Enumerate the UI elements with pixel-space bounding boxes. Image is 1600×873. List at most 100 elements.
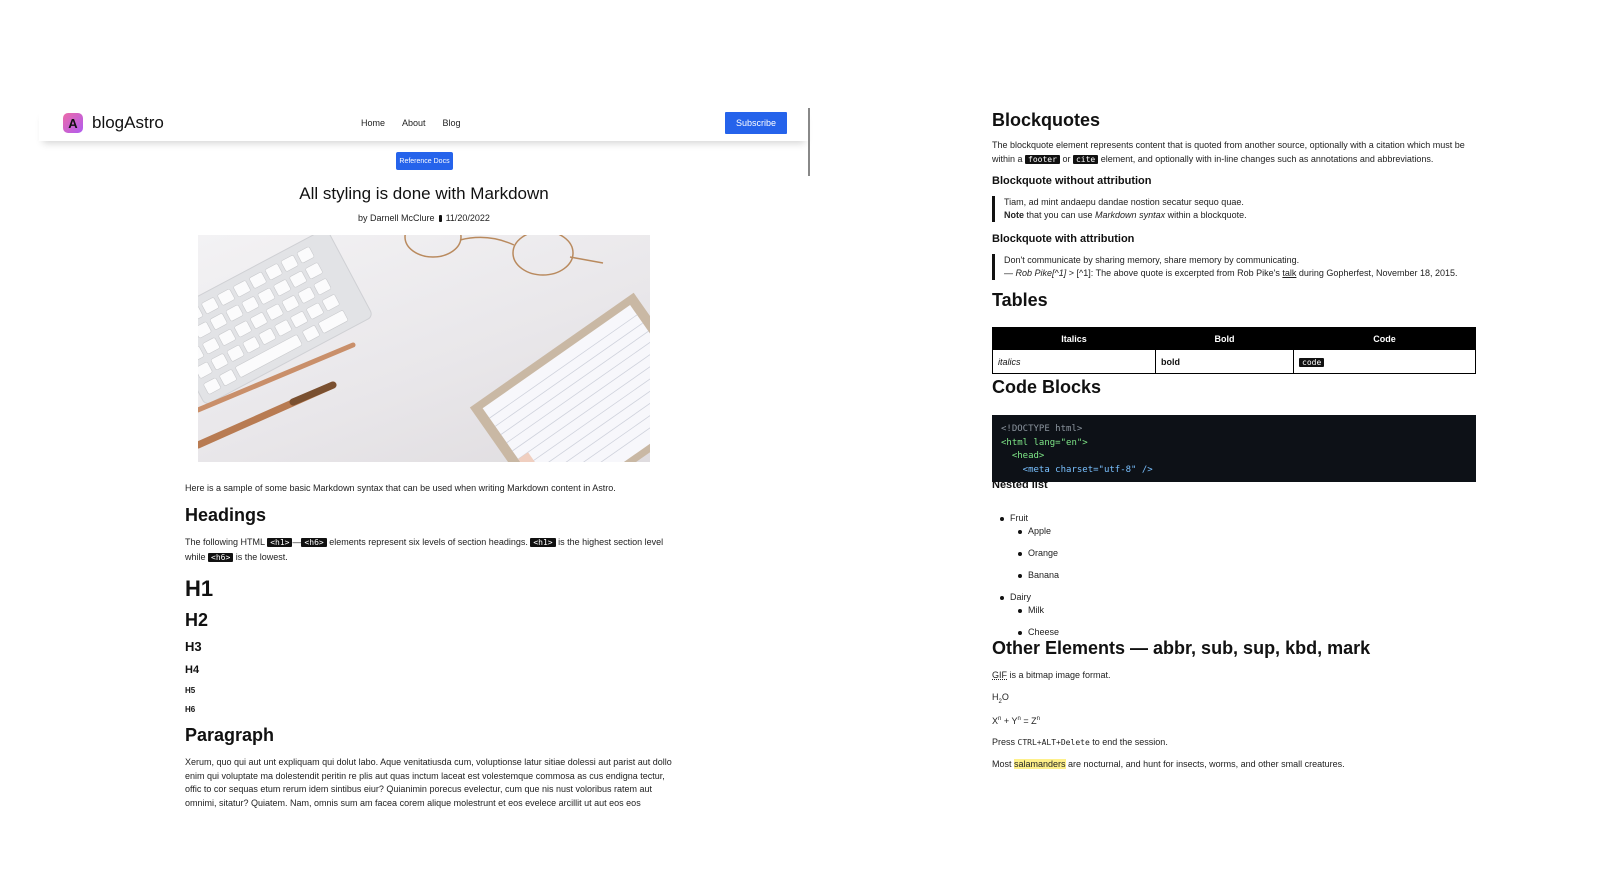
table-cell: code — [1293, 349, 1476, 374]
headings-title: Headings — [185, 505, 267, 525]
blockquotes-title: Blockquotes — [992, 110, 1101, 130]
gif-line: GIF is a bitmap image format. — [992, 668, 1111, 682]
kbd-keys: CTRL+ALT+Delete — [1017, 738, 1090, 747]
inline-code: <h6> — [208, 553, 234, 562]
brand-logo[interactable]: A blogAstro — [63, 113, 164, 133]
text-segment: elements represent six levels of section… — [326, 537, 531, 547]
table-cell: bold — [1155, 349, 1294, 374]
text-segment: that you can use — [1024, 210, 1096, 220]
code-line: <!DOCTYPE html> — [1001, 424, 1083, 434]
text-segment: The following HTML — [185, 537, 268, 547]
post-byline: by Darnell McClure 11/20/2022 — [39, 213, 809, 223]
blockquote-line: Tiam, ad mint andaepu dandae nostion sec… — [1004, 197, 1244, 207]
list-item: Fruit — [1000, 513, 1059, 526]
hero-image — [198, 235, 650, 462]
code-blocks-title: Code Blocks — [992, 377, 1102, 397]
inline-code: <h6> — [301, 538, 327, 547]
post-author: by Darnell McClure — [358, 213, 435, 223]
post-date: 11/20/2022 — [445, 213, 490, 223]
list-item: Banana — [1018, 570, 1059, 592]
astro-logo-icon: A — [63, 113, 83, 133]
table-header-row: Italics Bold Code — [992, 327, 1476, 350]
blockquote-no-attribution-title: Blockquote without attribution — [992, 175, 1152, 187]
text-segment: element, and optionally with in-line cha… — [1098, 154, 1434, 164]
separator-icon — [438, 215, 442, 222]
paragraph-title: Paragraph — [185, 725, 275, 745]
intro-text: Here is a sample of some basic Markdown … — [185, 483, 616, 493]
text-segment: is a bitmap image format. — [1007, 670, 1111, 680]
text-segment: within a — [992, 154, 1026, 164]
bold-text: bold — [1161, 356, 1180, 367]
list-item: Apple — [1018, 526, 1059, 548]
italic-text: — Rob Pike[^1] — [1004, 268, 1067, 278]
code-line: <meta charset="utf-8" /> — [1001, 464, 1153, 475]
heading-h6-sample: H6 — [185, 705, 196, 714]
blockquote-line: Don't communicate by sharing memory, sha… — [1004, 255, 1300, 265]
italic-text: italics — [998, 356, 1021, 367]
table-header: Italics — [992, 327, 1156, 350]
other-elements-title: Other Elements — abbr, sub, sup, kbd, ma… — [992, 638, 1371, 658]
paragraph-text: Xerum, quo qui aut unt expliquam qui dol… — [185, 757, 672, 808]
sample-table: Italics Bold Code italics bold code — [992, 327, 1476, 374]
superscript: n — [1036, 716, 1040, 722]
heading-h5-sample: H5 — [185, 686, 196, 695]
inline-code: code — [1299, 357, 1325, 367]
bold-text: Note — [1004, 210, 1024, 220]
list-item: Milk — [1018, 605, 1059, 627]
scrollbar[interactable] — [808, 108, 810, 176]
text-segment: is the lowest. — [233, 552, 288, 562]
talk-link[interactable]: talk — [1282, 268, 1296, 278]
text-segment: + Y — [1001, 716, 1018, 726]
text-segment: within a blockquote. — [1165, 210, 1247, 220]
blockquote-with-attribution: Don't communicate by sharing memory, sha… — [992, 254, 1458, 280]
text-segment: are nocturnal, and hunt for insects, wor… — [1065, 759, 1345, 769]
inline-code: footer — [1025, 155, 1060, 164]
post-title: All styling is done with Markdown — [299, 184, 549, 203]
heading-h1-sample: H1 — [185, 576, 214, 601]
code-line: <html lang="en"> — [1001, 437, 1088, 448]
table-header: Code — [1293, 327, 1476, 350]
subscribe-button[interactable]: Subscribe — [725, 112, 787, 134]
code-block: <!DOCTYPE html> <html lang="en"> <head> … — [992, 415, 1476, 482]
tables-title: Tables — [992, 290, 1048, 310]
blog-preview-panel: A blogAstro Home About Blog Subscribe Re… — [39, 108, 810, 868]
text-segment: or — [1059, 154, 1073, 164]
abbr-gif: GIF — [992, 670, 1007, 680]
text-segment: > [^1]: The above quote is excerpted fro… — [1066, 268, 1283, 278]
markdown-elements-panel: Blockquotes The blockquote element repre… — [992, 108, 1477, 868]
heading-h3-sample: H3 — [185, 639, 202, 654]
table-row: italics bold code — [992, 349, 1476, 374]
text-segment: The blockquote element represents conten… — [992, 140, 1465, 150]
italic-text: Markdown syntax — [1095, 210, 1166, 220]
nested-list: Fruit Apple Orange Banana Dairy Milk Che… — [1000, 513, 1059, 649]
text-segment: during Gopherfest, November 18, 2015. — [1296, 268, 1458, 278]
sub-list: Apple Orange Banana — [1018, 526, 1059, 592]
heading-h2-sample: H2 — [185, 610, 209, 630]
list-item: Orange — [1018, 548, 1059, 570]
nav-links: Home About Blog — [361, 118, 461, 128]
nav-about[interactable]: About — [402, 118, 426, 128]
nav-home[interactable]: Home — [361, 118, 385, 128]
headings-description: The following HTML <h1> — <h6> elements re… — [185, 535, 665, 565]
kbd-line: Press CTRL+ALT+Delete to end the session… — [992, 735, 1168, 750]
blockquote-no-attribution: Tiam, ad mint andaepu dandae nostion sec… — [992, 196, 1247, 222]
text-segment: Press — [992, 737, 1018, 747]
heading-h4-sample: H4 — [185, 664, 200, 676]
table-header: Bold — [1155, 327, 1294, 350]
nav-blog[interactable]: Blog — [443, 118, 461, 128]
brand-name: blogAstro — [92, 113, 164, 132]
code-line: <head> — [1001, 451, 1045, 461]
desk-photo-illustration — [198, 235, 650, 462]
inline-code: <h1> — [530, 538, 556, 547]
navbar: A blogAstro Home About Blog Subscribe — [39, 108, 809, 141]
text-segment: O — [1001, 692, 1009, 702]
mark-line: Most salamanders are nocturnal, and hunt… — [992, 757, 1345, 771]
blockquote-line: — Rob Pike[^1] > [^1]: The above quote i… — [1004, 267, 1458, 280]
blockquotes-intro: The blockquote element represents conten… — [992, 138, 1477, 167]
reference-docs-button[interactable]: Reference Docs — [396, 152, 453, 170]
table-cell: italics — [992, 349, 1156, 374]
h2o-line: H2O — [992, 690, 1009, 709]
highlighted-text: salamanders — [1014, 759, 1066, 769]
blockquote-attribution-title: Blockquote with attribution — [992, 233, 1135, 245]
text-segment: = Z — [1020, 716, 1037, 726]
